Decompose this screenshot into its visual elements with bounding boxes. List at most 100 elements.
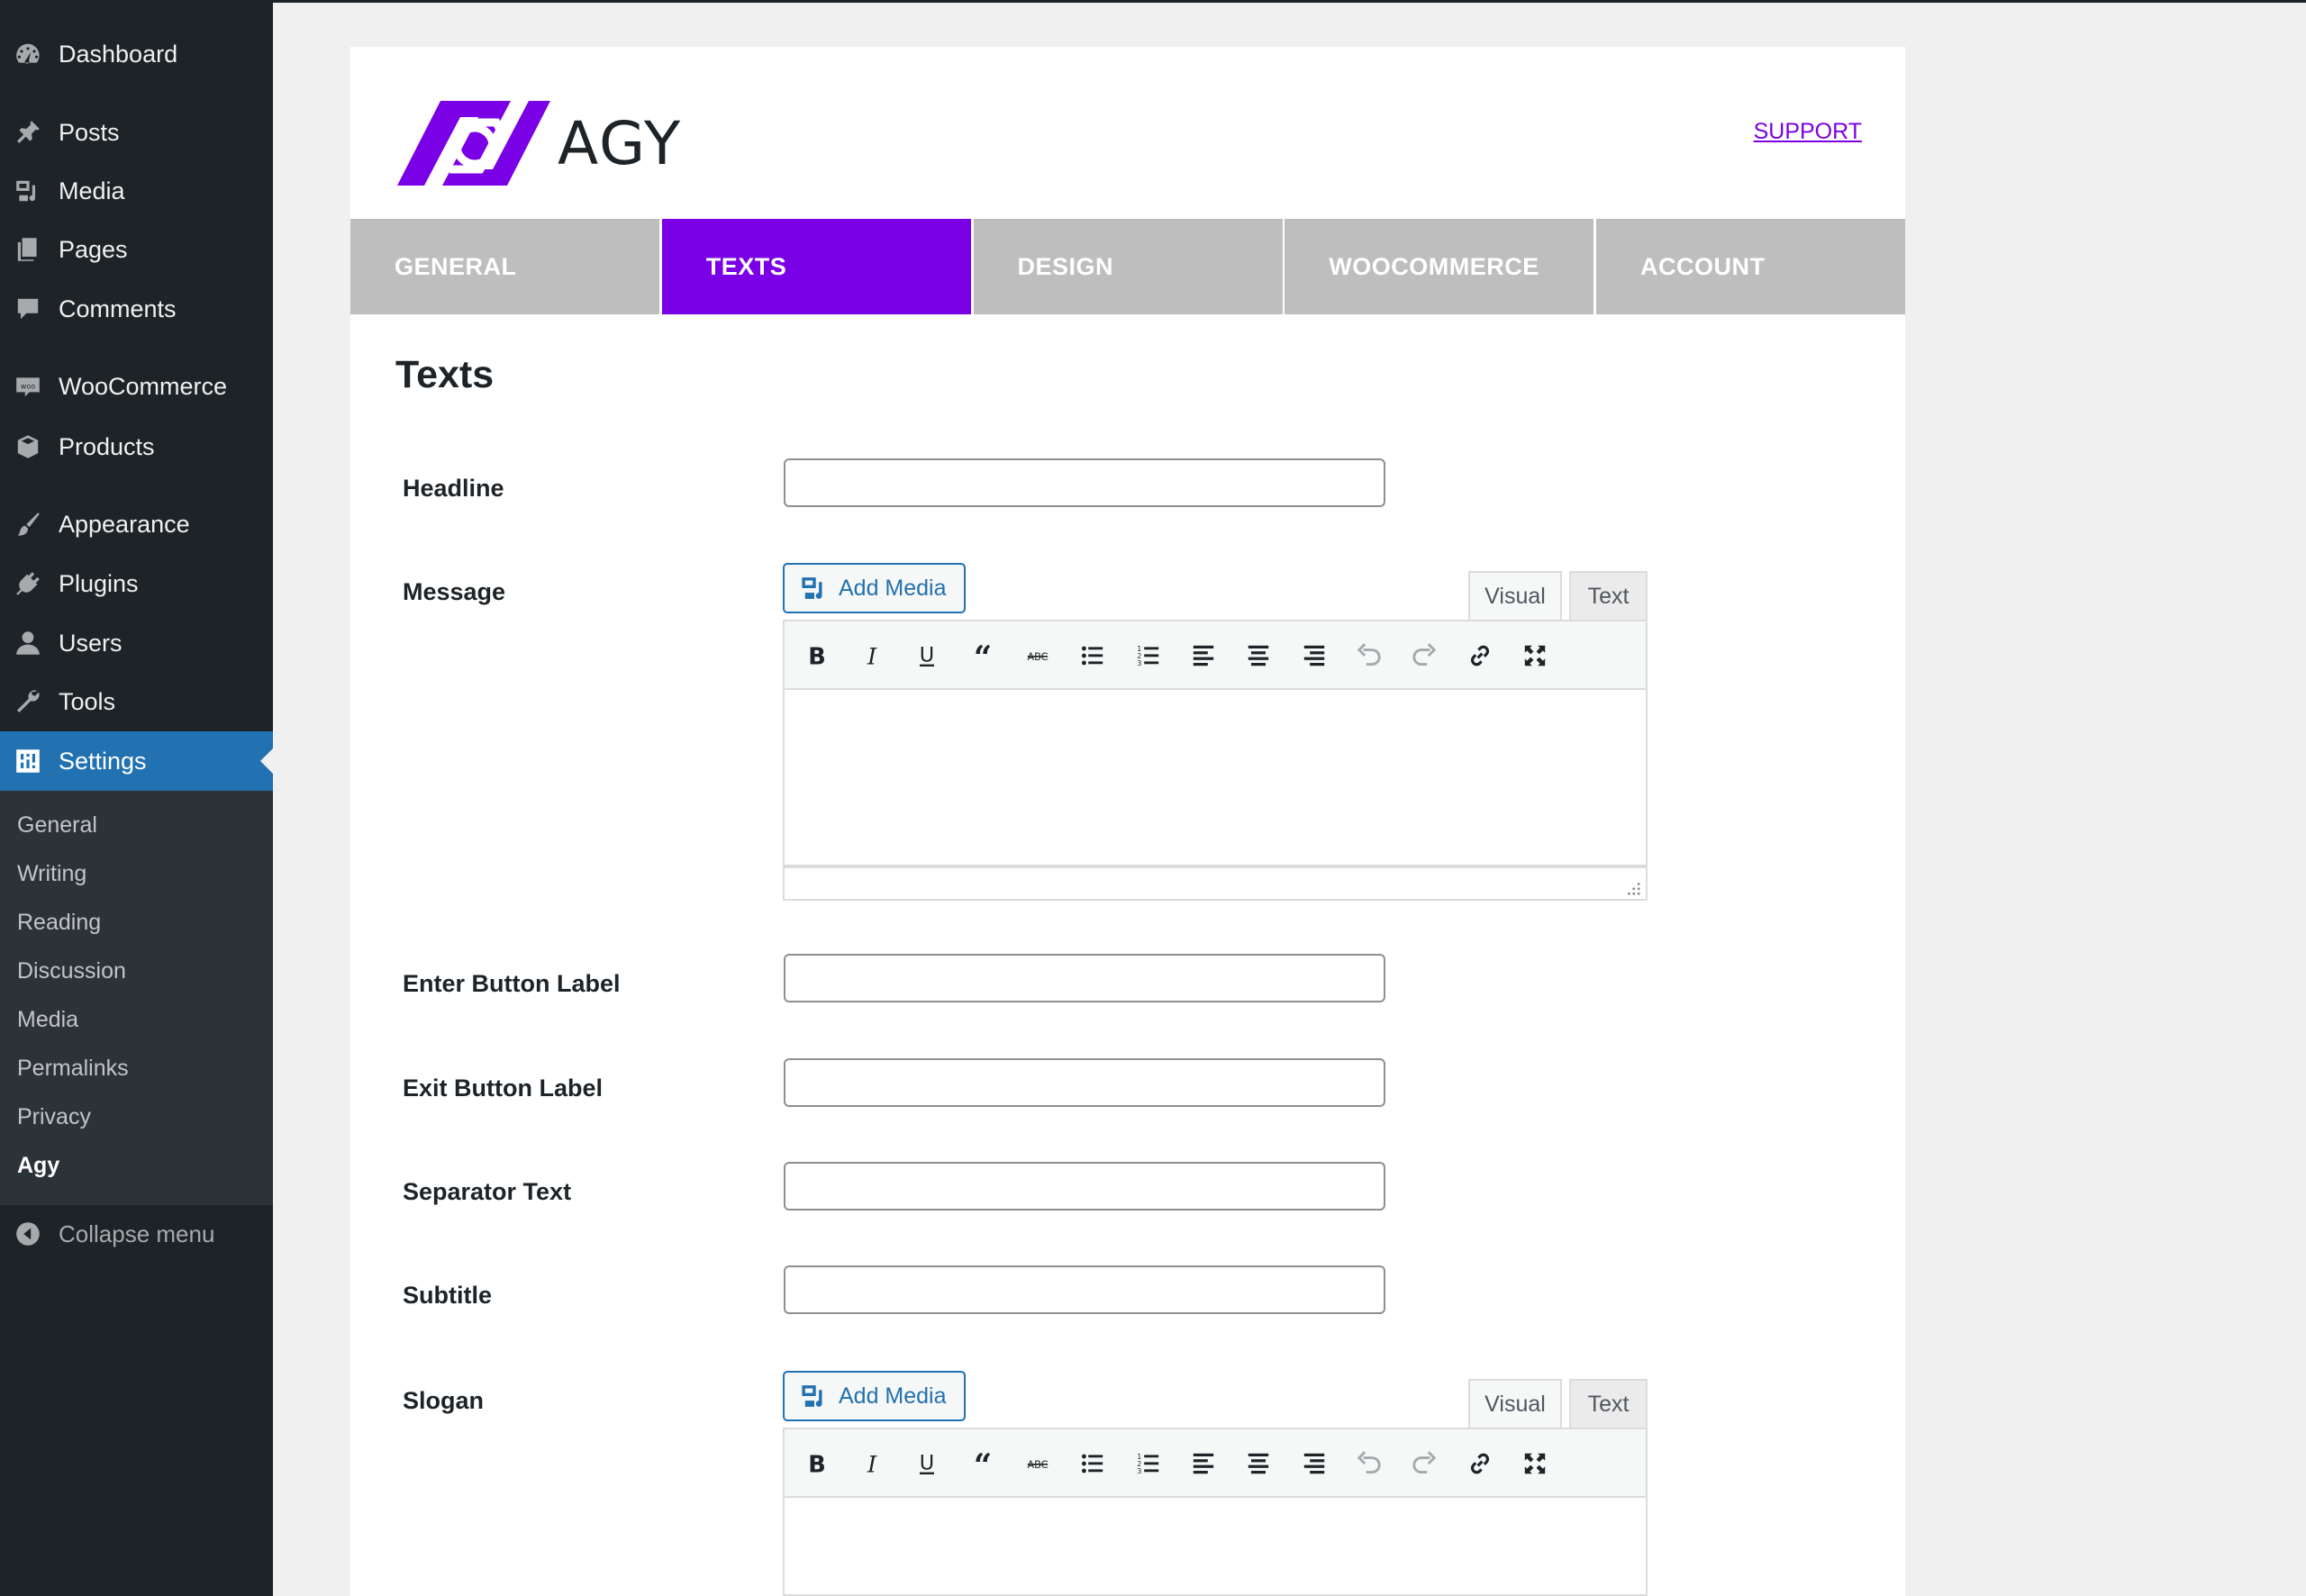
- blockquote-icon[interactable]: “: [965, 638, 1001, 674]
- bullet-list-icon[interactable]: [1075, 638, 1111, 674]
- settings-submenu: General Writing Reading Discussion Media…: [0, 791, 273, 1205]
- link-icon[interactable]: [1462, 638, 1498, 674]
- align-left-icon[interactable]: [1185, 638, 1221, 674]
- svg-text:U: U: [920, 643, 934, 667]
- resize-handle-icon[interactable]: [1624, 879, 1640, 895]
- sidebar-item-woocommerce[interactable]: woo WooCommerce: [0, 359, 273, 413]
- submenu-item-agy[interactable]: Agy: [17, 1153, 59, 1179]
- sidebar-item-label: Comments: [59, 295, 177, 322]
- dashboard-icon: [13, 39, 43, 69]
- sidebar-item-settings[interactable]: Settings: [0, 731, 273, 791]
- sidebar-item-label: Pages: [59, 235, 128, 263]
- redo-icon[interactable]: [1406, 638, 1442, 674]
- tab-account[interactable]: ACCOUNT: [1596, 219, 1905, 314]
- sidebar-item-users[interactable]: Users: [0, 616, 273, 670]
- enter-button-input[interactable]: [784, 954, 1385, 1002]
- collapse-icon: [13, 1219, 43, 1249]
- strikethrough-icon[interactable]: ABC: [1020, 638, 1056, 674]
- sidebar-item-dashboard[interactable]: Dashboard: [0, 27, 273, 81]
- undo-icon[interactable]: [1351, 638, 1387, 674]
- wrench-icon: [13, 686, 43, 717]
- align-center-icon[interactable]: [1240, 1446, 1276, 1482]
- svg-text:woo: woo: [21, 382, 35, 390]
- underline-icon[interactable]: U: [909, 638, 945, 674]
- subtitle-input[interactable]: [784, 1265, 1385, 1314]
- exit-button-input[interactable]: [784, 1058, 1385, 1107]
- tab-label: WOOCOMMERCE: [1329, 252, 1539, 280]
- blockquote-icon[interactable]: “: [965, 1446, 1001, 1482]
- add-media-button[interactable]: Add Media: [783, 563, 966, 613]
- add-media-icon: [802, 1385, 822, 1407]
- editor-tab-visual-slogan[interactable]: Visual: [1468, 1379, 1562, 1428]
- underline-icon[interactable]: U: [909, 1446, 945, 1482]
- sidebar-item-comments[interactable]: Comments: [0, 282, 273, 336]
- strikethrough-icon[interactable]: ABC: [1020, 1446, 1056, 1482]
- slogan-editor-area[interactable]: [783, 1498, 1648, 1596]
- bold-icon[interactable]: B: [799, 638, 835, 674]
- woo-icon: woo: [13, 371, 43, 402]
- submenu-item-privacy[interactable]: Privacy: [17, 1104, 91, 1130]
- numbered-list-icon[interactable]: 123: [1130, 638, 1167, 674]
- align-right-icon[interactable]: [1296, 1446, 1332, 1482]
- undo-icon[interactable]: [1351, 1446, 1387, 1482]
- sidebar-item-label: Appearance: [59, 510, 190, 538]
- sidebar-item-label: WooCommerce: [59, 372, 228, 400]
- sidebar-item-media[interactable]: Media: [0, 164, 273, 218]
- align-left-icon[interactable]: [1185, 1446, 1221, 1482]
- submenu-item-discussion[interactable]: Discussion: [17, 958, 126, 984]
- exit-button-label: Exit Button Label: [403, 1075, 603, 1102]
- support-link[interactable]: SUPPORT: [1754, 119, 1862, 145]
- tab-label: GENERAL: [395, 252, 517, 280]
- collapse-menu-button[interactable]: Collapse menu: [0, 1207, 273, 1261]
- numbered-list-icon[interactable]: 123: [1130, 1446, 1167, 1482]
- message-editor-area[interactable]: [783, 690, 1648, 866]
- sidebar-item-pages[interactable]: Pages: [0, 222, 273, 277]
- submenu-item-reading[interactable]: Reading: [17, 910, 101, 936]
- sidebar-item-tools[interactable]: Tools: [0, 675, 273, 729]
- redo-icon[interactable]: [1406, 1446, 1442, 1482]
- sidebar-item-appearance[interactable]: Appearance: [0, 497, 273, 551]
- fullscreen-icon[interactable]: [1517, 1446, 1553, 1482]
- add-media-button-slogan[interactable]: Add Media: [783, 1371, 966, 1421]
- tab-general[interactable]: GENERAL: [350, 219, 659, 314]
- agy-logo-mark: [397, 101, 550, 186]
- tab-design[interactable]: DESIGN: [973, 219, 1283, 314]
- sidebar-item-products[interactable]: Products: [0, 420, 273, 474]
- tab-label: ACCOUNT: [1640, 252, 1766, 280]
- bold-icon[interactable]: B: [799, 1446, 835, 1482]
- sidebar-item-label: Dashboard: [59, 40, 178, 68]
- comments-icon: [13, 294, 43, 324]
- svg-text:3: 3: [1137, 659, 1141, 667]
- pin-icon: [13, 117, 43, 148]
- italic-icon[interactable]: I: [854, 1446, 890, 1482]
- svg-text:B: B: [808, 1452, 826, 1478]
- editor-tab-text[interactable]: Text: [1569, 571, 1648, 620]
- align-center-icon[interactable]: [1240, 638, 1276, 674]
- tab-label: TEXTS: [705, 252, 787, 280]
- separator-text-input[interactable]: [784, 1162, 1385, 1211]
- sidebar-item-posts[interactable]: Posts: [0, 105, 273, 159]
- brush-icon: [13, 509, 43, 540]
- box-icon: [13, 431, 43, 462]
- link-icon[interactable]: [1462, 1446, 1498, 1482]
- submenu-item-writing[interactable]: Writing: [17, 861, 86, 887]
- submenu-item-permalinks[interactable]: Permalinks: [17, 1056, 129, 1082]
- fullscreen-icon[interactable]: [1517, 638, 1553, 674]
- headline-input[interactable]: [784, 458, 1385, 507]
- editor-tab-text-slogan[interactable]: Text: [1569, 1379, 1648, 1428]
- enter-button-label: Enter Button Label: [403, 970, 621, 997]
- editor-tab-visual[interactable]: Visual: [1468, 571, 1562, 620]
- sidebar-item-plugins[interactable]: Plugins: [0, 557, 273, 611]
- bullet-list-icon[interactable]: [1075, 1446, 1111, 1482]
- tab-label: DESIGN: [1017, 252, 1114, 280]
- tab-woocommerce[interactable]: WOOCOMMERCE: [1285, 219, 1594, 314]
- tab-texts[interactable]: TEXTS: [661, 219, 971, 314]
- svg-text:I: I: [867, 644, 877, 670]
- headline-label: Headline: [403, 475, 504, 502]
- submenu-item-general[interactable]: General: [17, 812, 97, 839]
- italic-icon[interactable]: I: [854, 638, 890, 674]
- align-right-icon[interactable]: [1296, 638, 1332, 674]
- svg-text:3: 3: [1137, 1467, 1141, 1475]
- agy-logo: AGY: [397, 101, 682, 186]
- submenu-item-media[interactable]: Media: [17, 1007, 78, 1033]
